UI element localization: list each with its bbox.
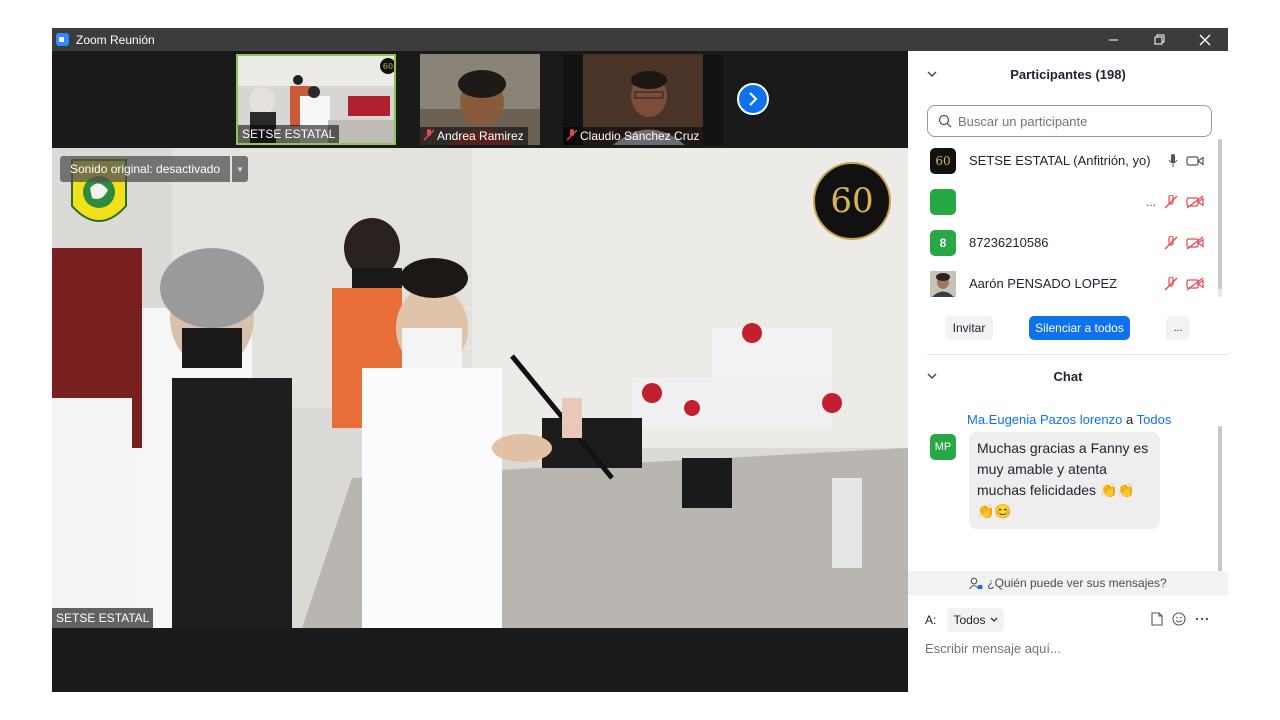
thumbnail-name: Andrea Ramirez bbox=[420, 127, 528, 145]
participant-controls bbox=[1164, 276, 1204, 291]
chevron-down-icon[interactable] bbox=[926, 68, 938, 80]
speaker-name-label: SETSE ESTATAL bbox=[52, 608, 154, 628]
side-panel: Participantes (198) 60 SETSE ESTATAL (An… bbox=[908, 51, 1228, 692]
window-controls bbox=[1090, 28, 1228, 51]
badge-text: 60 bbox=[830, 181, 874, 221]
restore-icon bbox=[1154, 34, 1164, 45]
close-icon bbox=[1199, 34, 1211, 45]
message-sender[interactable]: Ma.Eugenia Pazos lorenzo bbox=[967, 412, 1122, 427]
thumbnail-name: Claudio Sánchez Cruz bbox=[563, 127, 704, 145]
video-thumbnail-andrea[interactable]: Andrea Ramirez bbox=[420, 54, 540, 145]
message-header: Ma.Eugenia Pazos lorenzo a Todos bbox=[967, 412, 1171, 427]
participant-row[interactable]: 60 SETSE ESTATAL (Anfitrión, yo) bbox=[908, 140, 1218, 181]
avatar: 60 bbox=[930, 147, 956, 174]
search-icon bbox=[938, 114, 952, 128]
chevron-down-icon[interactable]: ▼ bbox=[232, 156, 249, 182]
mic-muted-icon bbox=[566, 128, 578, 144]
window-title: Zoom Reunión bbox=[76, 32, 155, 47]
to-label: A: bbox=[925, 613, 937, 627]
next-page-button[interactable] bbox=[737, 83, 769, 115]
invite-button[interactable]: Invitar bbox=[945, 316, 993, 340]
video-off-icon[interactable] bbox=[1186, 194, 1204, 209]
mic-muted-icon[interactable] bbox=[1164, 276, 1178, 291]
minimize-icon bbox=[1108, 39, 1118, 41]
participant-controls: ... bbox=[1146, 194, 1204, 209]
scrollbar-thumb[interactable] bbox=[1218, 139, 1222, 289]
recipient-value: Todos bbox=[953, 613, 986, 627]
mic-icon[interactable] bbox=[1168, 153, 1178, 168]
avatar bbox=[930, 188, 956, 215]
participant-list: 60 SETSE ESTATAL (Anfitrión, yo) ... 8 8 bbox=[908, 140, 1228, 304]
chat-header: Chat bbox=[908, 353, 1228, 399]
video-off-icon[interactable] bbox=[1186, 235, 1204, 250]
message-to-word: a bbox=[1126, 412, 1134, 427]
participant-row[interactable]: Aarón PENSADO LOPEZ bbox=[908, 263, 1218, 304]
participant-row[interactable]: 8 87236210586 bbox=[908, 222, 1218, 263]
chat-title: Chat bbox=[1053, 368, 1083, 384]
participant-search[interactable] bbox=[927, 105, 1212, 137]
chevron-down-icon[interactable] bbox=[926, 370, 938, 382]
video-area: 60 SETSE ESTATAL Andrea Ramirez Claudio … bbox=[52, 51, 908, 692]
file-icon[interactable] bbox=[1151, 612, 1163, 626]
thumbnail-name: SETSE ESTATAL bbox=[238, 125, 340, 143]
chevron-right-icon bbox=[749, 92, 758, 106]
svg-text:60: 60 bbox=[383, 62, 393, 71]
participant-row[interactable]: ... bbox=[908, 181, 1218, 222]
participant-name: SETSE ESTATAL (Anfitrión, yo) bbox=[969, 153, 1151, 168]
person-lock-icon bbox=[969, 577, 983, 589]
participants-title: Participantes (198) bbox=[1010, 66, 1126, 82]
zoom-window: Zoom Reunión 60 SETSE ESTATAL Andrea Ram… bbox=[52, 28, 1228, 692]
avatar: MP bbox=[930, 434, 956, 460]
message-recipient: Todos bbox=[1136, 412, 1172, 427]
participant-controls bbox=[1168, 153, 1204, 168]
mic-muted-icon[interactable] bbox=[1164, 194, 1178, 209]
original-sound-label[interactable]: Sonido original: desactivado bbox=[60, 156, 231, 182]
mute-all-button[interactable]: Silenciar a todos bbox=[1029, 316, 1130, 340]
video-off-icon[interactable] bbox=[1186, 276, 1204, 291]
participants-header: Participantes (198) bbox=[908, 51, 1228, 97]
video-camera-icon[interactable] bbox=[1186, 155, 1204, 167]
restore-button[interactable] bbox=[1136, 28, 1182, 51]
title-bar: Zoom Reunión bbox=[52, 28, 1228, 51]
participant-name: Aarón PENSADO LOPEZ bbox=[969, 276, 1118, 291]
avatar bbox=[930, 270, 956, 297]
video-thumbnail-setse[interactable]: 60 SETSE ESTATAL bbox=[236, 54, 396, 145]
minimize-button[interactable] bbox=[1090, 28, 1136, 51]
emoji-icon[interactable] bbox=[1172, 612, 1186, 626]
chevron-down-icon bbox=[990, 617, 997, 622]
recipient-select[interactable]: Todos bbox=[947, 608, 1004, 632]
main-video: Sonido original: desactivado ▼ 60 SETSE … bbox=[52, 148, 908, 628]
main-video-frame bbox=[52, 148, 908, 628]
chat-message-bubble: Muchas gracias a Fanny es muy amable y a… bbox=[969, 432, 1160, 529]
thumbnail-strip: 60 SETSE ESTATAL Andrea Ramirez Claudio … bbox=[52, 51, 908, 148]
chat-tools bbox=[1151, 612, 1209, 626]
participant-name: 87236210586 bbox=[969, 235, 1049, 250]
chat-recipient-row: A: Todos bbox=[925, 608, 1225, 634]
participant-actions: Invitar Silenciar a todos ... bbox=[908, 316, 1228, 346]
mic-muted-icon bbox=[423, 128, 435, 144]
more-options-button[interactable]: ... bbox=[1166, 316, 1190, 340]
participant-scrollbar[interactable] bbox=[1218, 139, 1222, 297]
chat-scrollbar[interactable] bbox=[1218, 426, 1222, 573]
avatar: 8 bbox=[930, 229, 956, 256]
thumbnail-name-text: SETSE ESTATAL bbox=[242, 127, 336, 141]
message-visibility-bar[interactable]: ¿Quién puede ver sus mensajes? bbox=[908, 571, 1228, 595]
close-button[interactable] bbox=[1182, 28, 1228, 51]
original-sound-control[interactable]: Sonido original: desactivado ▼ bbox=[60, 156, 249, 182]
participant-ellipsis[interactable]: ... bbox=[1146, 195, 1156, 209]
message-input[interactable] bbox=[925, 637, 1215, 659]
thumbnail-name-text: Andrea Ramirez bbox=[437, 129, 524, 143]
thumbnail-name-text: Claudio Sánchez Cruz bbox=[580, 129, 700, 143]
anniversary-60-badge: 60 bbox=[813, 162, 891, 240]
search-input[interactable] bbox=[958, 113, 1198, 129]
participant-controls bbox=[1164, 235, 1204, 250]
video-thumbnail-claudio[interactable]: Claudio Sánchez Cruz bbox=[563, 54, 723, 145]
mic-muted-icon[interactable] bbox=[1164, 235, 1178, 250]
visibility-label[interactable]: ¿Quién puede ver sus mensajes? bbox=[987, 576, 1166, 590]
zoom-app-icon bbox=[56, 33, 69, 46]
more-icon[interactable] bbox=[1195, 617, 1209, 621]
